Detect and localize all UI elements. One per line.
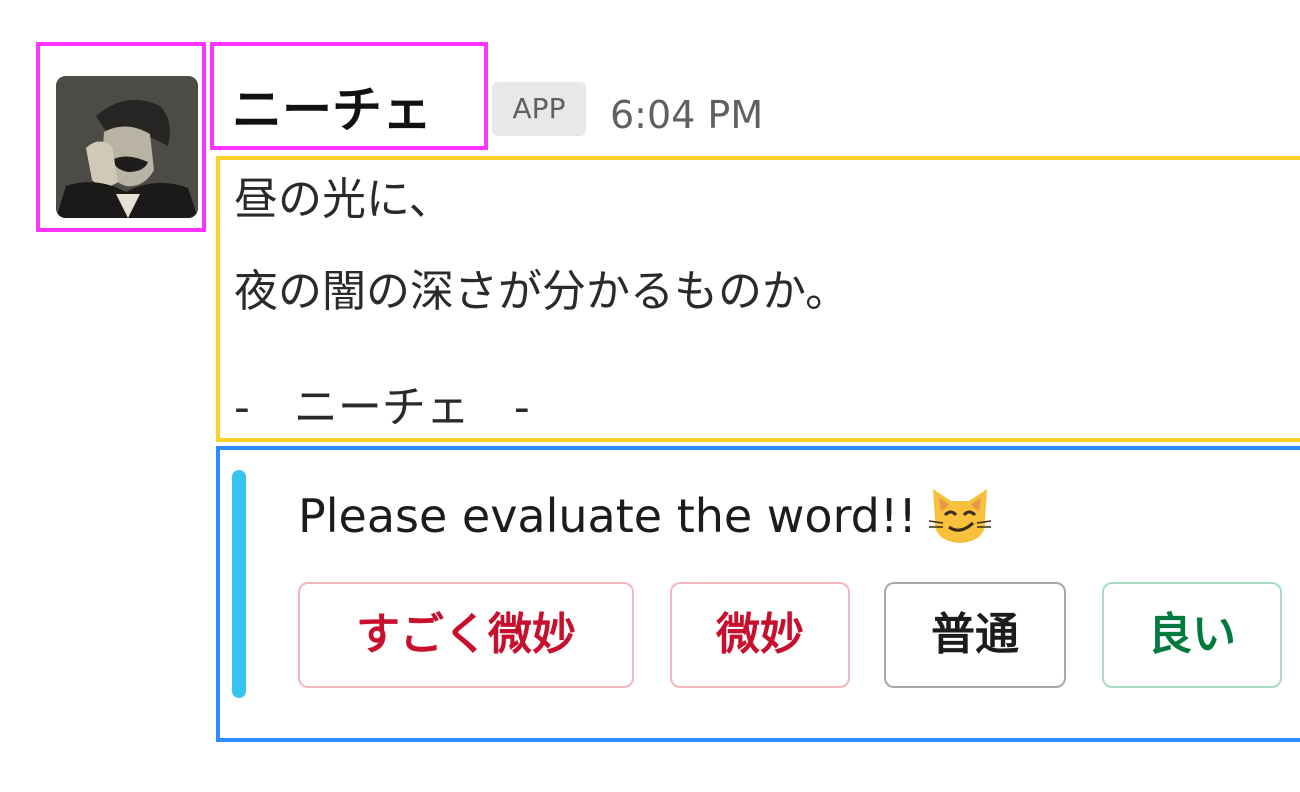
button-average[interactable]: 普通 — [884, 582, 1066, 688]
smirking-cat-icon — [925, 479, 995, 549]
button-very-meh[interactable]: すごく微妙 — [298, 582, 634, 688]
avatar[interactable] — [56, 76, 198, 218]
attachment-prompt: Please evaluate the word!! — [298, 489, 917, 543]
attachment-text: Please evaluate the word!! — [298, 484, 995, 555]
message-signature: - ニーチェ - — [234, 382, 530, 433]
attachment-accent-bar — [232, 470, 246, 698]
timestamp[interactable]: 6:04 PM — [610, 88, 763, 142]
portrait-avatar-icon — [56, 76, 198, 218]
message-line: 夜の闇の深さが分かるものか。 — [234, 266, 850, 317]
button-good[interactable]: 良い — [1102, 582, 1282, 688]
slack-message: ニーチェ APP 6:04 PM 昼の光に、 夜の闇の深さが分かるものか。 - … — [0, 0, 1300, 792]
button-meh[interactable]: 微妙 — [670, 582, 850, 688]
author-name[interactable]: ニーチェ — [232, 78, 432, 142]
message-line: 昼の光に、 — [234, 174, 453, 225]
app-badge: APP — [492, 82, 586, 136]
